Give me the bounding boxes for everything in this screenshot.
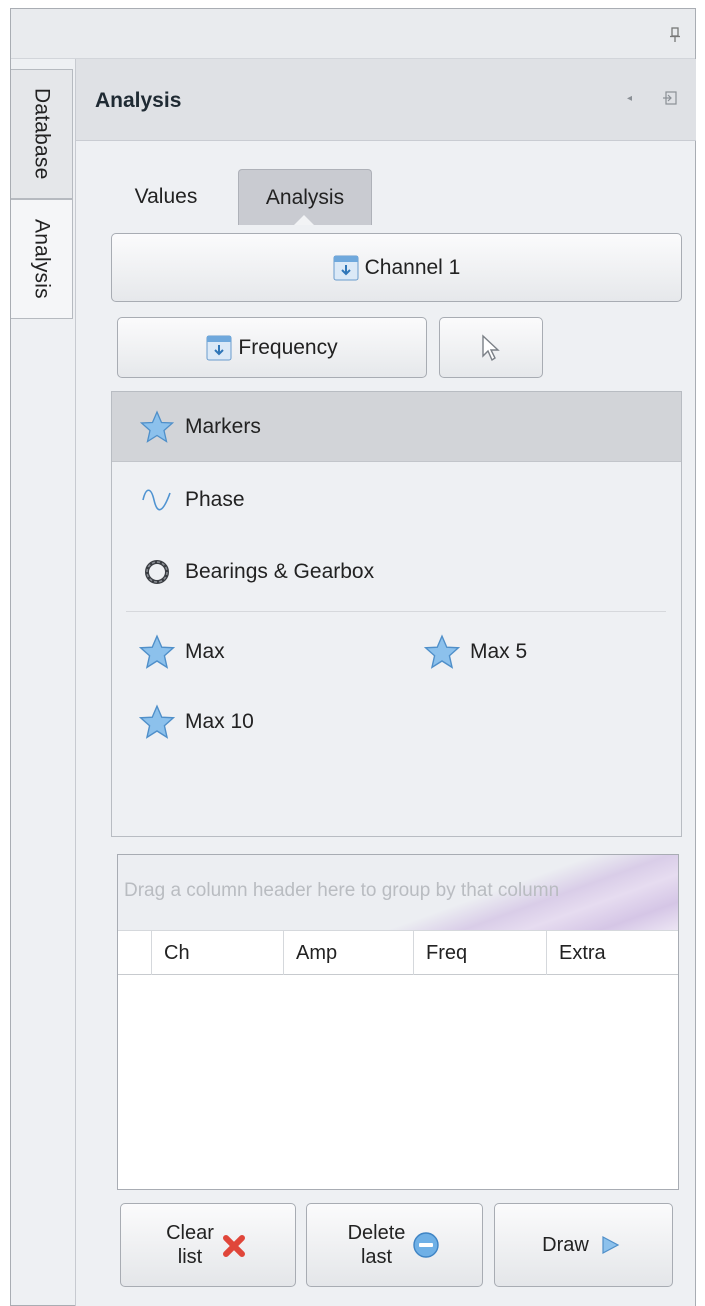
play-arrow-icon — [602, 1236, 620, 1254]
panel-title: Analysis — [95, 89, 182, 112]
dock-icon[interactable] — [662, 90, 678, 106]
sine-wave-icon — [139, 482, 175, 518]
list-item-markers[interactable]: Markers — [112, 392, 681, 462]
pin-icon[interactable] — [669, 27, 681, 43]
list-item-label: Phase — [185, 488, 245, 511]
dock-frame: Database Analysis Analysis ◂ Values Anal… — [10, 8, 696, 1306]
collapse-arrow-icon[interactable]: ◂ — [627, 93, 632, 104]
option-max[interactable]: Max — [139, 622, 225, 682]
draw-label: Draw — [542, 1234, 589, 1256]
red-x-icon — [222, 1235, 245, 1257]
pointer-tool-button[interactable] — [439, 317, 543, 378]
row-indicator-header — [118, 931, 151, 975]
channel-label: Channel 1 — [364, 255, 461, 279]
list-item-label: Bearings & Gearbox — [185, 560, 375, 583]
star-icon — [424, 634, 460, 669]
group-by-panel[interactable]: Drag a column header here to group by th… — [118, 855, 678, 930]
panel-header: Analysis ◂ — [76, 59, 696, 141]
channel-dropdown-button[interactable]: Channel 1 — [111, 233, 682, 302]
side-tab-label: Database — [30, 88, 54, 180]
column-header-amp[interactable]: Amp — [283, 931, 413, 975]
frequency-dropdown-button[interactable]: Frequency — [117, 317, 427, 378]
list-item-bearings-gearbox[interactable]: Bearings & Gearbox — [112, 537, 681, 607]
analysis-panel: Analysis ◂ Values Analysis Channel 1 Fre… — [75, 59, 696, 1306]
cursor-arrow-icon — [482, 333, 500, 361]
tab-pointer — [294, 215, 314, 225]
star-icon — [139, 704, 175, 739]
option-max-5[interactable]: Max 5 — [424, 622, 527, 682]
column-header-ch[interactable]: Ch — [151, 931, 283, 975]
option-max-10[interactable]: Max 10 — [139, 692, 254, 752]
dropdown-arrow-icon — [206, 335, 232, 360]
analysis-list: Markers Phase Bearings & Gearbox Max Max… — [111, 391, 682, 837]
column-header-row: Ch Amp Freq Extra — [118, 930, 678, 975]
list-item-label: Markers — [185, 414, 261, 438]
column-header-freq[interactable]: Freq — [413, 931, 546, 975]
option-label: Max 10 — [185, 710, 254, 733]
list-divider — [126, 611, 666, 612]
bearing-ring-icon — [139, 554, 175, 590]
list-item-phase[interactable]: Phase — [112, 465, 681, 535]
tab-values[interactable]: Values — [116, 169, 216, 225]
delete-last-button[interactable]: Delete last — [306, 1203, 483, 1287]
group-by-hint: Drag a column header here to group by th… — [124, 880, 560, 901]
frequency-label: Frequency — [238, 335, 338, 359]
side-tab-analysis[interactable]: Analysis — [11, 199, 73, 319]
delete-last-label: Delete last — [347, 1222, 406, 1268]
clear-list-label: Clear list — [166, 1222, 214, 1268]
column-header-extra[interactable]: Extra — [546, 931, 678, 975]
dropdown-arrow-icon — [333, 255, 359, 280]
draw-button[interactable]: Draw — [494, 1203, 673, 1287]
option-label: Max — [185, 640, 225, 663]
markers-grid: Drag a column header here to group by th… — [117, 854, 679, 1190]
dock-top-strip — [11, 9, 695, 59]
option-label: Max 5 — [470, 640, 528, 663]
clear-list-button[interactable]: Clear list — [120, 1203, 296, 1287]
side-tab-database[interactable]: Database — [11, 69, 73, 199]
minus-circle-icon — [413, 1232, 440, 1258]
star-icon — [139, 634, 175, 669]
side-tab-label: Analysis — [30, 219, 54, 299]
star-icon — [139, 409, 175, 445]
